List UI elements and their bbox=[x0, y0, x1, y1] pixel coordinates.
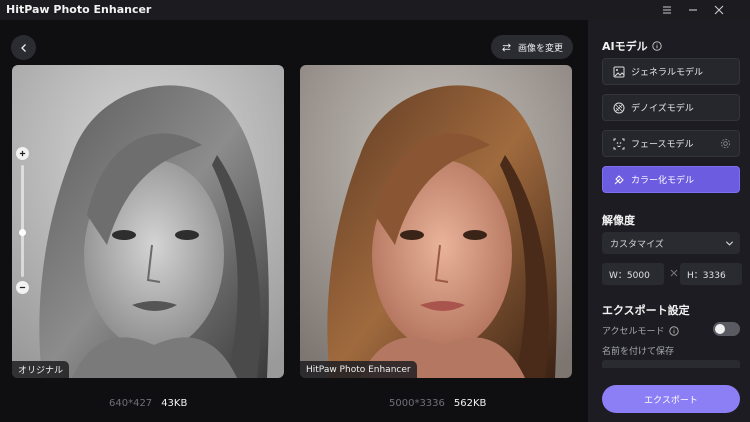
zoom-slider[interactable] bbox=[16, 147, 30, 297]
save-as-option: 名前を付けて保存 bbox=[602, 344, 674, 357]
original-portrait-image bbox=[12, 65, 284, 378]
change-image-label: 画像を変更 bbox=[518, 43, 564, 54]
save-as-label: 名前を付けて保存 bbox=[602, 347, 675, 357]
model-general-label: ジェネラルモデル bbox=[631, 68, 704, 78]
zoom-thumb[interactable] bbox=[19, 229, 26, 237]
resolution-title: 解像度 bbox=[602, 214, 635, 227]
width-field[interactable]: W：5000 bbox=[602, 263, 664, 285]
height-value: H：3336 bbox=[687, 270, 726, 281]
model-colorize-label: カラー化モデル bbox=[631, 176, 695, 186]
export-button-label: エクスポート bbox=[644, 395, 698, 406]
zoom-track[interactable] bbox=[21, 165, 24, 277]
times-icon bbox=[670, 269, 678, 277]
resolution-heading: 解像度 bbox=[602, 212, 635, 228]
height-field[interactable]: H：3336 bbox=[680, 263, 742, 285]
enhanced-meta: 5000*3336 562KB bbox=[389, 398, 486, 409]
enhanced-portrait-image bbox=[300, 65, 572, 378]
app-title: HitPaw Photo Enhancer bbox=[6, 3, 152, 16]
denoise-icon bbox=[613, 102, 625, 113]
original-size: 43KB bbox=[161, 398, 188, 409]
plus-icon bbox=[19, 150, 26, 157]
info-icon[interactable] bbox=[668, 325, 679, 336]
accel-mode-option: アクセルモード bbox=[602, 324, 679, 337]
face-icon bbox=[613, 138, 625, 149]
swap-icon bbox=[502, 43, 511, 51]
accel-mode-toggle[interactable] bbox=[713, 322, 740, 336]
back-button[interactable] bbox=[11, 35, 36, 60]
colorize-icon bbox=[614, 174, 624, 184]
ai-model-title: AIモデル bbox=[602, 40, 648, 53]
accel-mode-label: アクセルモード bbox=[602, 327, 665, 337]
enhanced-photo: HitPaw Photo Enhancer bbox=[300, 65, 572, 378]
model-general-button[interactable]: ジェネラルモデル bbox=[602, 58, 740, 85]
model-denoise-label: デノイズモデル bbox=[631, 104, 694, 114]
enhanced-label: HitPaw Photo Enhancer bbox=[300, 361, 417, 378]
menu-icon[interactable] bbox=[654, 0, 680, 20]
chevron-down-icon bbox=[725, 241, 734, 246]
close-icon[interactable] bbox=[706, 0, 732, 20]
image-icon bbox=[613, 66, 625, 77]
export-button[interactable]: エクスポート bbox=[602, 385, 740, 413]
original-meta: 640*427 43KB bbox=[109, 398, 187, 409]
zoom-in-button[interactable] bbox=[16, 147, 29, 160]
change-image-button[interactable]: 画像を変更 bbox=[491, 35, 573, 59]
info-icon[interactable] bbox=[651, 41, 662, 51]
preview-area: 画像を変更 オリジナル HitPaw Photo Enhancer 640*42… bbox=[0, 20, 588, 422]
enhanced-dimensions: 5000*3336 bbox=[389, 398, 445, 409]
save-path-field[interactable] bbox=[602, 360, 740, 368]
enhanced-size: 562KB bbox=[453, 398, 487, 409]
width-value: W：5000 bbox=[609, 270, 650, 281]
original-photo: オリジナル bbox=[12, 65, 284, 378]
settings-sidebar: AIモデル ジェネラルモデル デノイズモデル フェースモデル カラー化モデル 解… bbox=[588, 20, 750, 422]
minimize-icon[interactable] bbox=[680, 0, 706, 20]
chevron-left-icon bbox=[20, 43, 26, 52]
model-denoise-button[interactable]: デノイズモデル bbox=[602, 94, 740, 121]
toggle-knob bbox=[715, 324, 725, 334]
title-bar: HitPaw Photo Enhancer bbox=[0, 0, 750, 20]
ai-model-heading: AIモデル bbox=[602, 38, 662, 54]
original-dimensions: 640*427 bbox=[109, 398, 153, 409]
minus-icon bbox=[19, 286, 26, 289]
zoom-out-button[interactable] bbox=[16, 281, 29, 294]
gear-icon[interactable] bbox=[720, 138, 731, 149]
model-colorize-button[interactable]: カラー化モデル bbox=[602, 166, 740, 193]
resolution-select-value: カスタマイズ bbox=[610, 239, 664, 250]
resolution-select[interactable]: カスタマイズ bbox=[602, 232, 740, 254]
model-face-button[interactable]: フェースモデル bbox=[602, 130, 740, 157]
original-label: オリジナル bbox=[12, 361, 70, 378]
export-settings-heading: エクスポート設定 bbox=[602, 302, 690, 318]
model-face-label: フェースモデル bbox=[631, 140, 694, 150]
export-settings-title: エクスポート設定 bbox=[602, 304, 690, 317]
